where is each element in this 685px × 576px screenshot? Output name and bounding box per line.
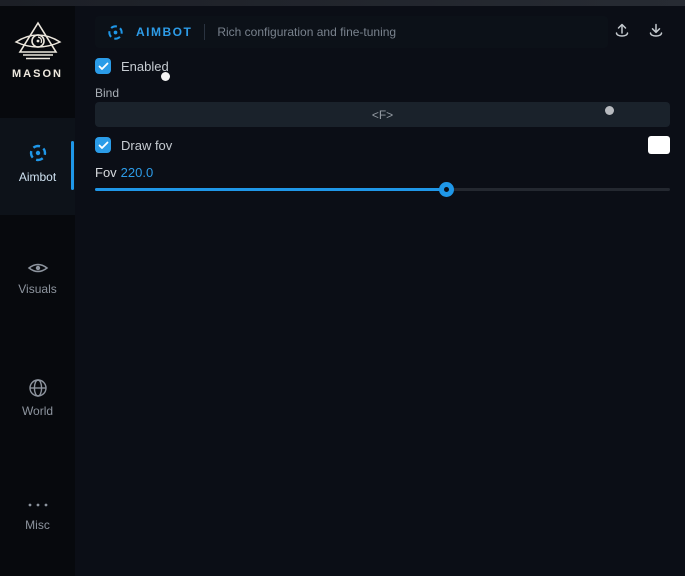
slider-thumb[interactable]: [439, 182, 454, 197]
sidebar: MASON Aimbot Visuals: [0, 6, 75, 576]
sidebar-item-aimbot[interactable]: Aimbot: [0, 118, 75, 215]
page-title: AIMBOT: [136, 25, 192, 39]
cursor-dot: [161, 72, 170, 81]
logo: MASON: [0, 20, 75, 80]
draw-fov-row: Draw fov: [95, 137, 172, 153]
upload-config-button[interactable]: [610, 21, 634, 45]
globe-icon: [0, 378, 75, 398]
mason-eye-pyramid-icon: [0, 20, 75, 64]
fov-row: Fov 220.0: [95, 165, 153, 180]
enabled-checkbox[interactable]: [95, 58, 111, 74]
crosshair-icon: [107, 24, 124, 41]
eye-icon: [0, 260, 75, 276]
draw-fov-checkbox[interactable]: [95, 137, 111, 153]
fov-value: 220.0: [121, 165, 154, 180]
sidebar-item-label: Aimbot: [0, 170, 75, 184]
fov-slider[interactable]: [95, 182, 670, 198]
sidebar-item-label: Visuals: [0, 282, 75, 296]
download-icon: [647, 22, 665, 45]
sidebar-item-label: World: [0, 404, 75, 418]
download-config-button[interactable]: [644, 21, 668, 45]
fov-label: Fov: [95, 165, 117, 180]
window-top-strip: [0, 0, 685, 6]
check-icon: [98, 62, 109, 71]
enabled-row: Enabled: [95, 58, 169, 74]
upload-icon: [613, 22, 631, 45]
drag-dot: [605, 106, 614, 115]
slider-fill: [95, 188, 446, 191]
ellipsis-icon: [0, 498, 75, 512]
enabled-label: Enabled: [121, 59, 169, 74]
page-subtitle: Rich configuration and fine-tuning: [217, 25, 396, 39]
brand-name: MASON: [0, 68, 75, 80]
active-indicator: [71, 141, 74, 190]
bind-input[interactable]: <F>: [95, 102, 670, 127]
bind-label: Bind: [95, 86, 119, 100]
sidebar-item-world[interactable]: World: [0, 378, 75, 418]
fov-color-swatch[interactable]: [648, 136, 670, 154]
page-header: AIMBOT Rich configuration and fine-tunin…: [95, 16, 608, 48]
divider: [204, 24, 205, 40]
sidebar-item-visuals[interactable]: Visuals: [0, 260, 75, 296]
sidebar-item-label: Misc: [0, 518, 75, 532]
draw-fov-label: Draw fov: [121, 138, 172, 153]
crosshair-icon: [0, 142, 75, 164]
check-icon: [98, 141, 109, 150]
bind-value: <F>: [372, 108, 393, 122]
sidebar-item-misc[interactable]: Misc: [0, 498, 75, 532]
